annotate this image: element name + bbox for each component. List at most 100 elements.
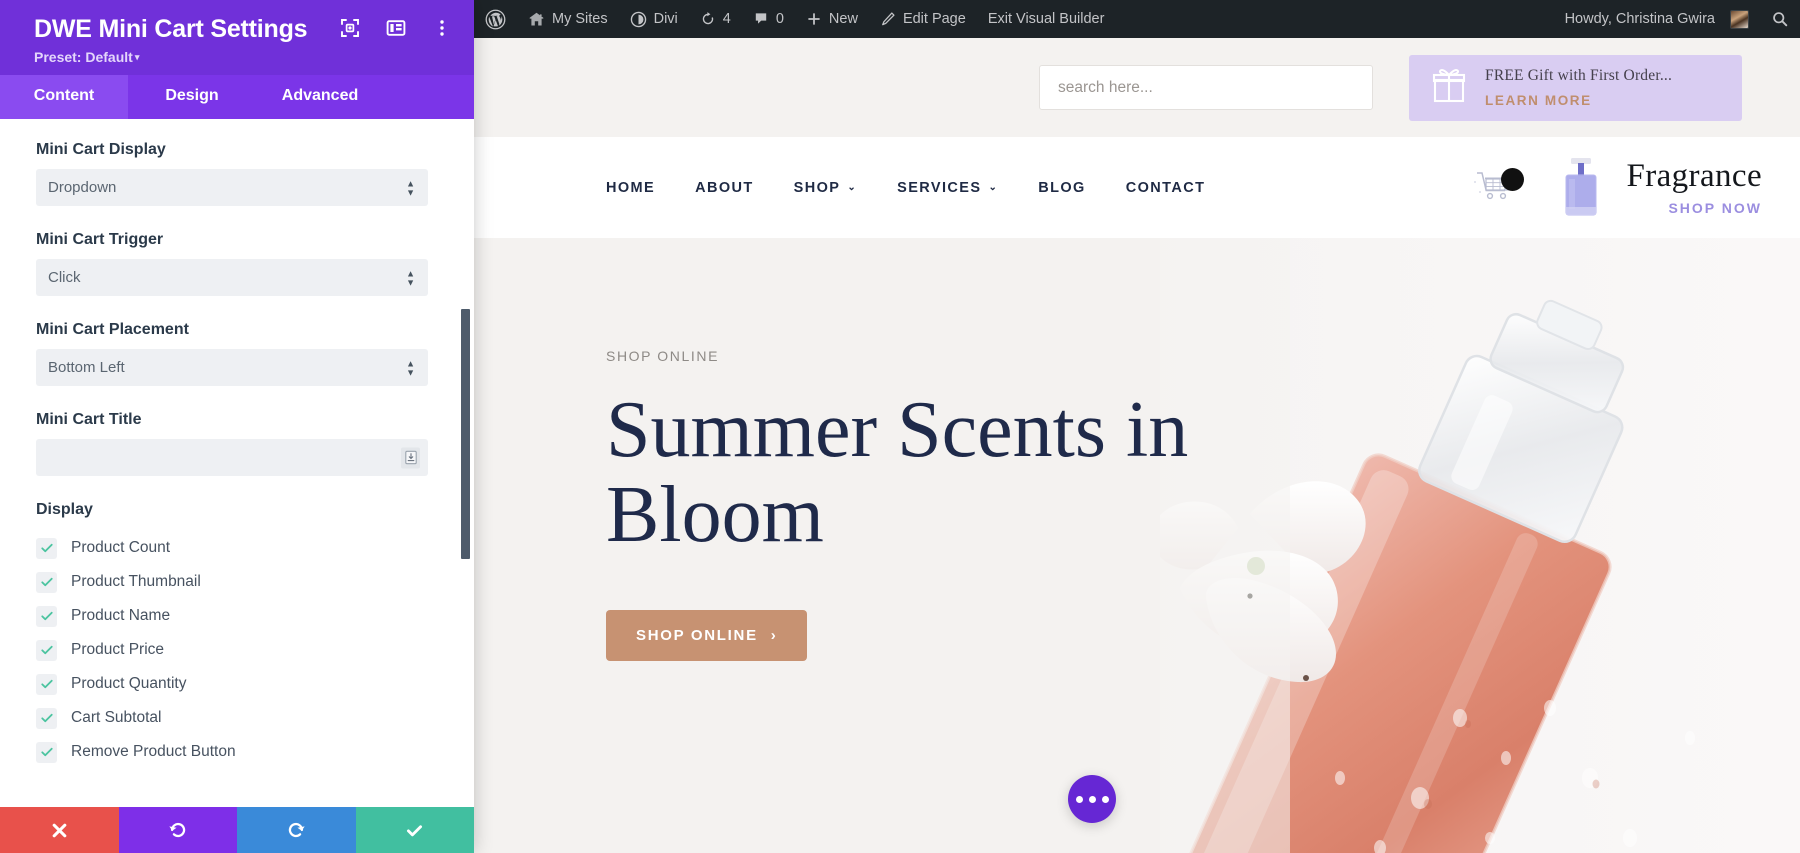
- site-preview: FREE Gift with First Order... LEARN MORE…: [474, 38, 1800, 853]
- check-icon: [36, 707, 57, 729]
- tab-advanced[interactable]: Advanced: [256, 75, 384, 119]
- more-vertical-icon[interactable]: [432, 18, 452, 38]
- close-icon: [52, 823, 67, 837]
- field-label: Mini Cart Placement: [36, 321, 189, 338]
- search-icon: [1771, 10, 1789, 28]
- promo-learn-more-link[interactable]: LEARN MORE: [1485, 91, 1672, 111]
- search-input[interactable]: [1058, 78, 1354, 97]
- nav-item-home[interactable]: HOME: [606, 180, 655, 196]
- howdy-label: Howdy, Christina Gwira: [1564, 11, 1715, 27]
- settings-action-bar: [0, 807, 474, 853]
- select-value: Dropdown: [48, 179, 117, 196]
- nav-item-contact[interactable]: CONTACT: [1126, 180, 1206, 196]
- display-options-group: Display Product Count Product Thumbnail …: [36, 501, 436, 769]
- field-label: Mini Cart Title: [36, 411, 142, 428]
- checkbox-label: Product Count: [71, 539, 171, 556]
- nav-label: CONTACT: [1125, 179, 1206, 196]
- check-icon: [407, 824, 423, 836]
- adminbar-label: Edit Page: [902, 11, 966, 27]
- mini-cart-trigger-select[interactable]: Click ▲ ▼: [36, 259, 428, 296]
- checkbox-product-quantity[interactable]: Product Quantity: [36, 667, 436, 701]
- field-label: Mini Cart Trigger: [36, 231, 164, 248]
- tab-content[interactable]: Content: [0, 75, 128, 119]
- mini-cart-placement-select[interactable]: Bottom Left ▲ ▼: [36, 349, 428, 386]
- adminbar-item-comments[interactable]: 0: [742, 0, 795, 38]
- settings-scroll-content: Mini Cart Display Dropdown ▲ ▼ Mini Cart …: [0, 119, 474, 779]
- adminbar-label: 4: [722, 11, 731, 27]
- group-label: Display: [36, 501, 93, 518]
- scrollbar-thumb[interactable]: [461, 309, 470, 559]
- cancel-button[interactable]: [0, 807, 119, 853]
- adminbar-item-my-sites[interactable]: My Sites: [517, 0, 619, 38]
- field-mini-cart-title: Mini Cart Title: [36, 411, 436, 476]
- adminbar-item-howdy[interactable]: Howdy, Christina Gwira: [1554, 0, 1760, 38]
- nav-label: SERVICES: [897, 179, 982, 196]
- check-icon: [36, 537, 57, 559]
- wp-admin-bar: My Sites Divi 4 0 New Edit Page Exit Vis…: [474, 0, 1800, 38]
- chevron-right-icon: ›: [770, 626, 778, 644]
- adminbar-item-edit-page[interactable]: Edit Page: [869, 0, 977, 38]
- layout-columns-icon[interactable]: [386, 18, 406, 38]
- select-value: Bottom Left: [48, 359, 125, 376]
- comments-icon: [753, 11, 769, 27]
- shop-online-button[interactable]: SHOP ONLINE ›: [606, 609, 808, 661]
- site-topbar: FREE Gift with First Order... LEARN MORE: [474, 38, 1800, 137]
- nav-item-shop[interactable]: SHOP ⌄: [794, 180, 857, 196]
- checkbox-label: Cart Subtotal: [71, 709, 162, 726]
- checkbox-remove-product-button[interactable]: Remove Product Button: [36, 735, 436, 769]
- site-search[interactable]: [1039, 65, 1373, 110]
- adminbar-item-divi[interactable]: Divi: [619, 0, 689, 38]
- nav-item-blog[interactable]: BLOG: [1038, 180, 1086, 196]
- checkbox-product-name[interactable]: Product Name: [36, 599, 436, 633]
- ellipsis-dot: [1101, 795, 1109, 803]
- promo-banner[interactable]: FREE Gift with First Order... LEARN MORE: [1409, 54, 1742, 121]
- adminbar-item-new[interactable]: New: [795, 0, 869, 38]
- mini-cart-title-input[interactable]: [36, 439, 428, 476]
- chevron-down-icon: ⌄: [847, 182, 858, 193]
- mini-cart-display-select[interactable]: Dropdown ▲ ▼: [36, 169, 428, 206]
- hero-content: SHOP ONLINE Summer Scents in Bloom SHOP …: [474, 238, 1800, 661]
- main-nav: HOME ABOUT SHOP ⌄ SERVICES ⌄ BLOG CONTAC: [606, 180, 1205, 196]
- module-settings-panel: DWE Mini Cart Settings Preset: Default▾: [0, 0, 474, 853]
- focus-target-icon[interactable]: [340, 18, 360, 38]
- preset-selector[interactable]: Preset: Default ▾: [34, 49, 454, 65]
- field-mini-cart-trigger: Mini Cart Trigger Click ▲ ▼: [36, 231, 436, 296]
- adminbar-item-updates[interactable]: 4: [689, 0, 742, 38]
- select-value: Click: [48, 269, 81, 286]
- promo-title: FREE Gift with First Order...: [1485, 66, 1673, 84]
- nav-item-about[interactable]: ABOUT: [695, 180, 754, 196]
- check-icon: [36, 605, 57, 627]
- chevron-down-icon: ⌄: [988, 182, 999, 193]
- site-logo[interactable]: Fragrance SHOP NOW: [1552, 155, 1762, 221]
- checkbox-product-thumbnail[interactable]: Product Thumbnail: [36, 565, 436, 599]
- cart-count-badge: [1501, 167, 1525, 191]
- adminbar-item-wordpress[interactable]: [474, 0, 517, 38]
- divi-floating-menu-button[interactable]: [1068, 775, 1116, 823]
- save-button[interactable]: [355, 807, 474, 853]
- dynamic-content-icon[interactable]: [401, 447, 420, 468]
- navbar-right: Fragrance SHOP NOW: [1472, 137, 1762, 238]
- check-icon: [36, 639, 57, 661]
- check-icon: [36, 673, 57, 695]
- adminbar-label: 0: [775, 11, 784, 27]
- undo-button[interactable]: [118, 807, 237, 853]
- select-stepper-icon: ▲ ▼: [406, 268, 415, 287]
- adminbar-item-exit-visual-builder[interactable]: Exit Visual Builder: [977, 0, 1116, 38]
- cart-button[interactable]: [1472, 166, 1525, 212]
- settings-scrollbar[interactable]: [460, 119, 470, 807]
- undo-icon: [169, 822, 186, 837]
- nav-label: ABOUT: [695, 179, 754, 196]
- checkbox-product-price[interactable]: Product Price: [36, 633, 436, 667]
- nav-item-services[interactable]: SERVICES ⌄: [897, 180, 998, 196]
- brand-tagline[interactable]: SHOP NOW: [1626, 200, 1762, 216]
- checkbox-product-count[interactable]: Product Count: [36, 531, 436, 565]
- hero-section: SHOP ONLINE Summer Scents in Bloom SHOP …: [474, 238, 1800, 853]
- shopping-cart-icon: [1472, 170, 1518, 212]
- checkbox-label: Product Thumbnail: [71, 573, 201, 590]
- field-mini-cart-display: Mini Cart Display Dropdown ▲ ▼: [36, 141, 436, 206]
- checkbox-cart-subtotal[interactable]: Cart Subtotal: [36, 701, 436, 735]
- redo-button[interactable]: [237, 807, 356, 853]
- tab-design[interactable]: Design: [128, 75, 256, 119]
- adminbar-item-search[interactable]: [1760, 0, 1800, 38]
- gift-icon: [1431, 66, 1467, 109]
